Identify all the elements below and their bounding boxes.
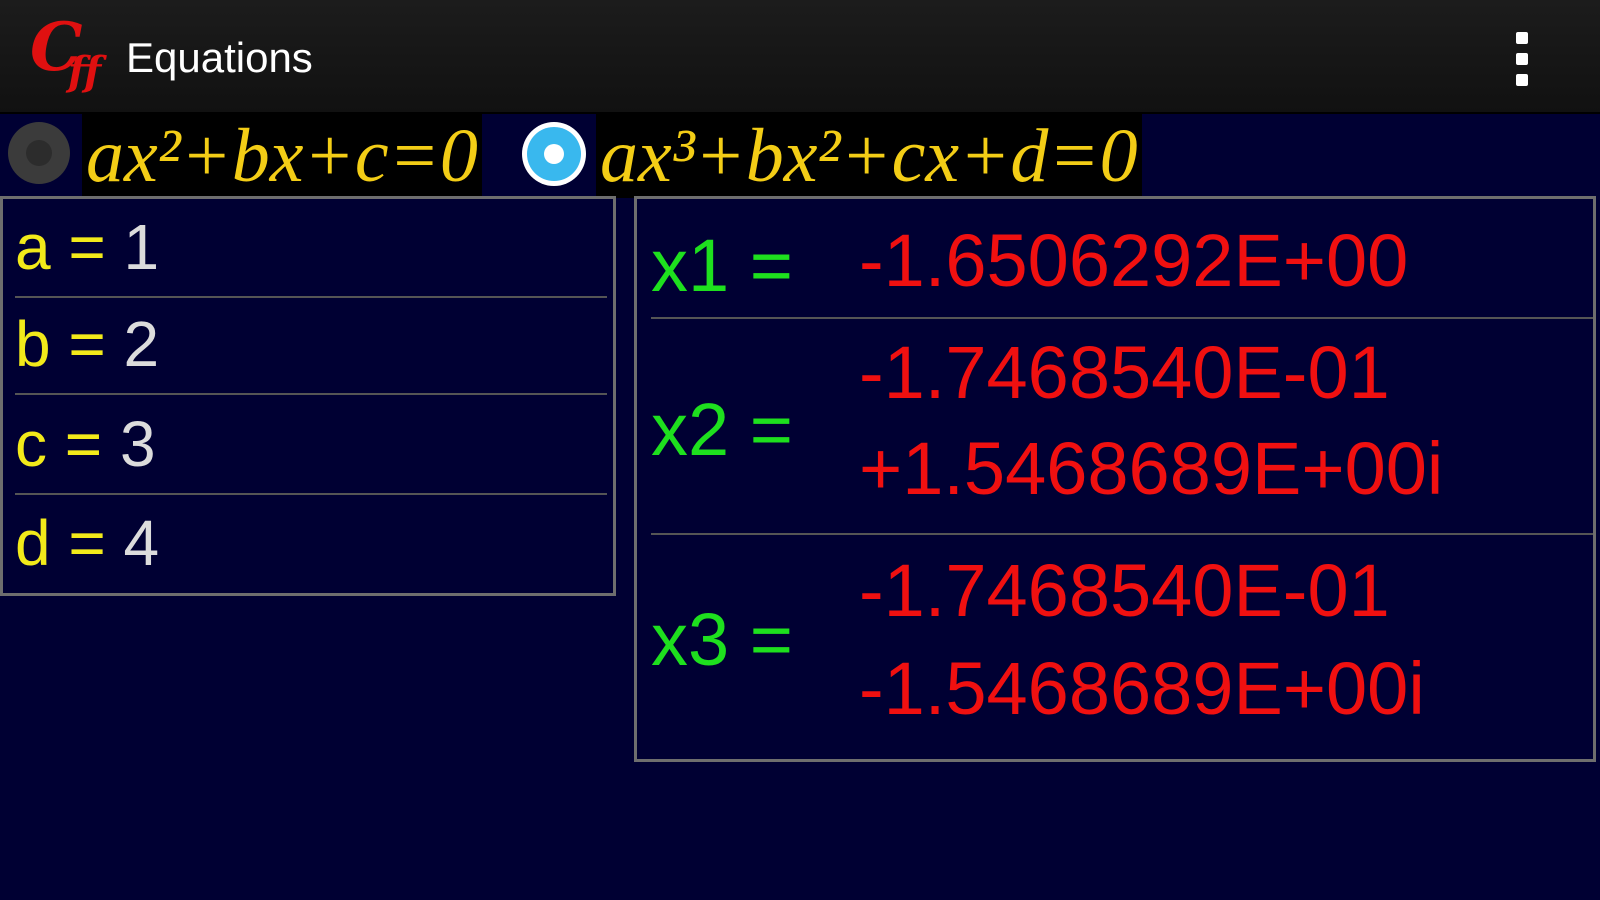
- results-panel: x1 = -1.6506292E+00 x2 = -1.7468540E-01 …: [634, 196, 1596, 762]
- coefficients-panel: a = 1 b = 2 c = 3 d = 4: [0, 196, 616, 596]
- app-logo: C ff: [30, 8, 114, 96]
- result-label: x3 =: [651, 598, 793, 681]
- coef-equals: =: [68, 308, 124, 380]
- coef-equals: =: [68, 507, 124, 579]
- coef-name: b: [15, 308, 51, 380]
- quadratic-equation-label[interactable]: ax²+bx+c=0: [82, 114, 482, 198]
- coef-value[interactable]: 2: [124, 308, 160, 380]
- result-label: x2 =: [651, 388, 793, 471]
- overflow-menu-icon[interactable]: [1500, 26, 1544, 92]
- result-label: x1 =: [651, 224, 793, 307]
- overflow-dot: [1516, 53, 1528, 65]
- result-value-line2: -1.5468689E+00i: [859, 647, 1425, 730]
- cubic-radio[interactable]: [522, 122, 586, 186]
- coef-equals: =: [64, 408, 120, 480]
- coef-value[interactable]: 4: [124, 507, 160, 579]
- coef-equals: =: [68, 211, 124, 283]
- coef-row-d[interactable]: d = 4: [15, 495, 607, 592]
- result-value-line1: -1.7468540E-01: [859, 331, 1390, 414]
- action-bar: C ff Equations: [0, 0, 1600, 114]
- result-row-x1: x1 = -1.6506292E+00: [651, 207, 1593, 319]
- app-title: Equations: [126, 34, 313, 81]
- result-row-x3: x3 = -1.7468540E-01 -1.5468689E+00i: [651, 535, 1593, 755]
- coef-row-b[interactable]: b = 2: [15, 296, 607, 395]
- result-row-x2: x2 = -1.7468540E-01 +1.5468689E+00i: [651, 319, 1593, 535]
- coef-value[interactable]: 1: [124, 211, 160, 283]
- quadratic-radio[interactable]: [8, 122, 70, 184]
- result-value-line1: -1.7468540E-01: [859, 549, 1390, 632]
- coef-name: a: [15, 211, 51, 283]
- coef-value[interactable]: 3: [120, 408, 156, 480]
- result-value-line1: -1.6506292E+00: [859, 219, 1409, 302]
- coef-row-c[interactable]: c = 3: [15, 396, 607, 495]
- overflow-dot: [1516, 32, 1528, 44]
- coef-row-a[interactable]: a = 1: [15, 199, 607, 298]
- coef-name: c: [15, 408, 47, 480]
- result-value-line2: +1.5468689E+00i: [859, 427, 1444, 510]
- coef-name: d: [15, 507, 51, 579]
- overflow-dot: [1516, 74, 1528, 86]
- logo-subletters: ff: [68, 48, 102, 95]
- cubic-equation-label[interactable]: ax³+bx²+cx+d=0: [596, 114, 1142, 198]
